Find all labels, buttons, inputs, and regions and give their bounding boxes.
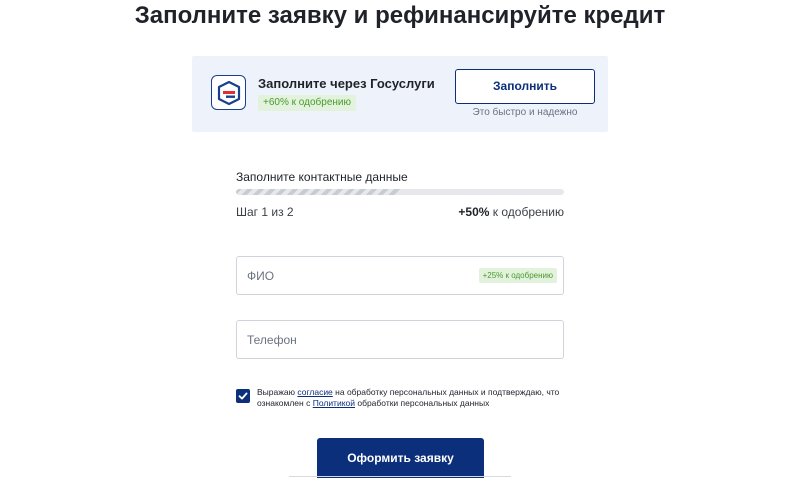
progress-bar-fill <box>236 189 400 195</box>
step-label: Заполните контактные данные <box>236 170 408 184</box>
consent-checkbox[interactable] <box>236 389 250 403</box>
consent-link[interactable]: согласие <box>297 387 332 397</box>
phone-input[interactable] <box>237 321 563 358</box>
consent-text-1: Выражаю <box>257 387 298 397</box>
gosuslugi-title: Заполните через Госуслуги <box>258 76 435 91</box>
divider <box>289 476 511 477</box>
phone-field <box>236 320 564 359</box>
approval-bonus: +50% к одобрению <box>458 205 564 219</box>
gosuslugi-card: Заполните через Госуслуги +60% к одобрен… <box>192 56 608 132</box>
gosuslugi-hint: Это быстро и надежно <box>472 107 578 118</box>
approval-bonus-value: +50% <box>458 205 490 219</box>
gosuslugi-logo-icon <box>211 75 246 110</box>
progress-bar <box>236 189 564 195</box>
gosuslugi-approval-badge: +60% к одобрению <box>258 95 356 111</box>
consent-text: Выражаю согласие на обработку персональн… <box>257 387 567 409</box>
approval-bonus-text: к одобрению <box>489 205 564 219</box>
page-title: Заполните заявку и рефинансируйте кредит <box>134 2 666 29</box>
policy-link[interactable]: Политикой <box>313 398 355 408</box>
fill-via-gosuslugi-button[interactable]: Заполнить <box>455 69 595 104</box>
name-approval-badge: +25% к одобрению <box>478 268 557 283</box>
name-field: +25% к одобрению <box>236 256 564 295</box>
step-counter: Шаг 1 из 2 <box>236 205 294 219</box>
consent-text-3: обработки персональных данных <box>355 398 490 408</box>
checkmark-icon <box>238 392 248 400</box>
submit-application-button[interactable]: Оформить заявку <box>317 438 484 478</box>
